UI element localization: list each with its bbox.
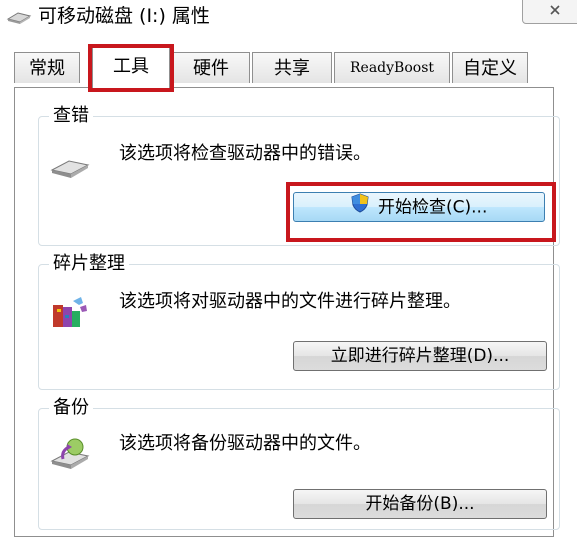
tab-customize[interactable]: 自定义 (452, 52, 528, 83)
defrag-icon (49, 293, 89, 337)
defragment-now-label: 立即进行碎片整理(D)... (330, 346, 510, 366)
group-backup: 备份 该选项将备份驱动器中的文件。 开始备份(B)... (38, 395, 560, 530)
start-backup-button[interactable]: 开始备份(B)... (293, 489, 547, 519)
tab-strip: 常规 工具 硬件 共享 ReadyBoost 自定义 (0, 46, 577, 88)
backup-icon (49, 437, 91, 477)
tab-readyboost[interactable]: ReadyBoost (334, 52, 450, 83)
description-backup: 该选项将备份驱动器中的文件。 (119, 433, 371, 454)
close-icon (550, 5, 560, 15)
tab-highlight-box (88, 44, 174, 92)
tab-hardware[interactable]: 硬件 (172, 52, 250, 83)
button-highlight-box (286, 182, 556, 242)
title-bar: 可移动磁盘 (I:) 属性 (0, 0, 577, 38)
group-title-defrag: 碎片整理 (49, 251, 129, 277)
group-title-backup: 备份 (49, 395, 93, 421)
drive-icon (49, 153, 91, 185)
description-error-check: 该选项将检查驱动器中的错误。 (119, 143, 371, 164)
tab-general[interactable]: 常规 (14, 52, 80, 83)
description-defrag: 该选项将对驱动器中的文件进行碎片整理。 (119, 291, 461, 312)
close-button[interactable] (522, 0, 577, 24)
tab-sharing[interactable]: 共享 (252, 52, 332, 83)
removable-drive-icon (6, 8, 32, 26)
defragment-now-button[interactable]: 立即进行碎片整理(D)... (293, 341, 547, 371)
group-title-error-check: 查错 (49, 103, 93, 129)
group-defrag: 碎片整理 该选项将对驱动器中的文件进行碎片整理。 立即进行碎片整理(D)... (38, 251, 560, 390)
start-backup-label: 开始备份(B)... (365, 494, 475, 514)
window-title: 可移动磁盘 (I:) 属性 (38, 5, 210, 27)
